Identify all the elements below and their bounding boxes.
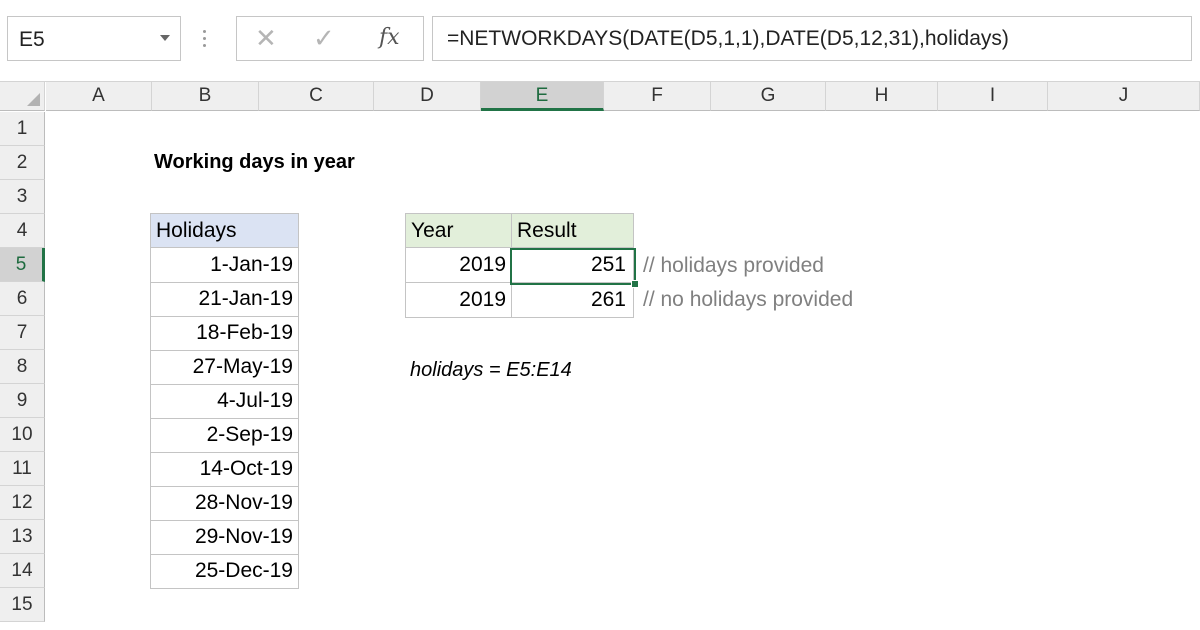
drag-handle-icon[interactable] [203,30,207,50]
holiday-date-cell[interactable]: 2-Sep-19 [150,418,299,453]
formula-bar: E5 ✕ ✓ fx =NETWORKDAYS(DATE(D5,1,1),DATE… [0,0,1200,82]
result-header[interactable]: Result [511,213,634,248]
holiday-date-cell[interactable]: 27-May-19 [150,350,299,385]
year-cell[interactable]: 2019 [405,248,512,283]
column-header-c[interactable]: C [259,82,374,111]
select-all-icon [27,93,40,106]
holiday-date-cell[interactable]: 14-Oct-19 [150,452,299,487]
holiday-date-cell[interactable]: 25-Dec-19 [150,554,299,589]
comment-text[interactable]: // no holidays provided [643,283,853,317]
holiday-date-cell[interactable]: 29-Nov-19 [150,520,299,555]
row-header-14[interactable]: 14 [0,554,45,588]
fill-handle[interactable] [631,280,639,288]
column-header-e[interactable]: E [481,82,604,111]
row-header-5[interactable]: 5 [0,248,45,282]
row-header-8[interactable]: 8 [0,350,45,384]
column-header-f[interactable]: F [604,82,711,111]
row-header-7[interactable]: 7 [0,316,45,350]
sheet-title[interactable]: Working days in year [154,145,355,179]
active-cell-outline[interactable] [510,248,639,288]
column-header-g[interactable]: G [711,82,826,111]
holiday-date-cell[interactable]: 18-Feb-19 [150,316,299,351]
year-cell[interactable]: 2019 [405,283,512,318]
row-header-15[interactable]: 15 [0,588,45,622]
name-box-value[interactable]: E5 [19,28,45,52]
column-header-a[interactable]: A [46,82,152,111]
chevron-down-icon[interactable] [160,35,170,41]
row-header-1[interactable]: 1 [0,112,45,146]
year-header[interactable]: Year [405,213,512,248]
row-header-10[interactable]: 10 [0,418,45,452]
row-header-9[interactable]: 9 [0,384,45,418]
column-header-b[interactable]: B [152,82,259,111]
column-header-d[interactable]: D [374,82,481,111]
formula-text[interactable]: =NETWORKDAYS(DATE(D5,1,1),DATE(D5,12,31)… [447,27,1009,51]
comment-text[interactable]: // holidays provided [643,249,824,283]
row-header-4[interactable]: 4 [0,214,45,248]
column-header-h[interactable]: H [826,82,938,111]
row-header-3[interactable]: 3 [0,180,45,214]
holiday-date-cell[interactable]: 28-Nov-19 [150,486,299,521]
cancel-x-icon[interactable]: ✕ [255,23,277,54]
column-header-i[interactable]: I [938,82,1048,111]
row-header-11[interactable]: 11 [0,452,45,486]
holiday-date-cell[interactable]: 4-Jul-19 [150,384,299,419]
holidays-header[interactable]: Holidays [150,213,299,248]
select-all-corner[interactable] [0,82,45,111]
holiday-date-cell[interactable]: 1-Jan-19 [150,248,299,283]
named-range-note[interactable]: holidays = E5:E14 [410,353,572,387]
holiday-date-cell[interactable]: 21-Jan-19 [150,282,299,317]
name-box[interactable]: E5 [7,16,181,61]
insert-function-icon[interactable]: fx [379,25,400,50]
row-header-13[interactable]: 13 [0,520,45,554]
row-header-6[interactable]: 6 [0,282,45,316]
enter-check-icon[interactable]: ✓ [313,23,335,54]
column-header-j[interactable]: J [1048,82,1200,111]
formula-input[interactable]: =NETWORKDAYS(DATE(D5,1,1),DATE(D5,12,31)… [432,16,1192,61]
result-cell[interactable]: 261 [511,283,634,318]
row-header-12[interactable]: 12 [0,486,45,520]
row-header-2[interactable]: 2 [0,146,45,180]
formula-bar-buttons: ✕ ✓ fx [236,16,424,61]
